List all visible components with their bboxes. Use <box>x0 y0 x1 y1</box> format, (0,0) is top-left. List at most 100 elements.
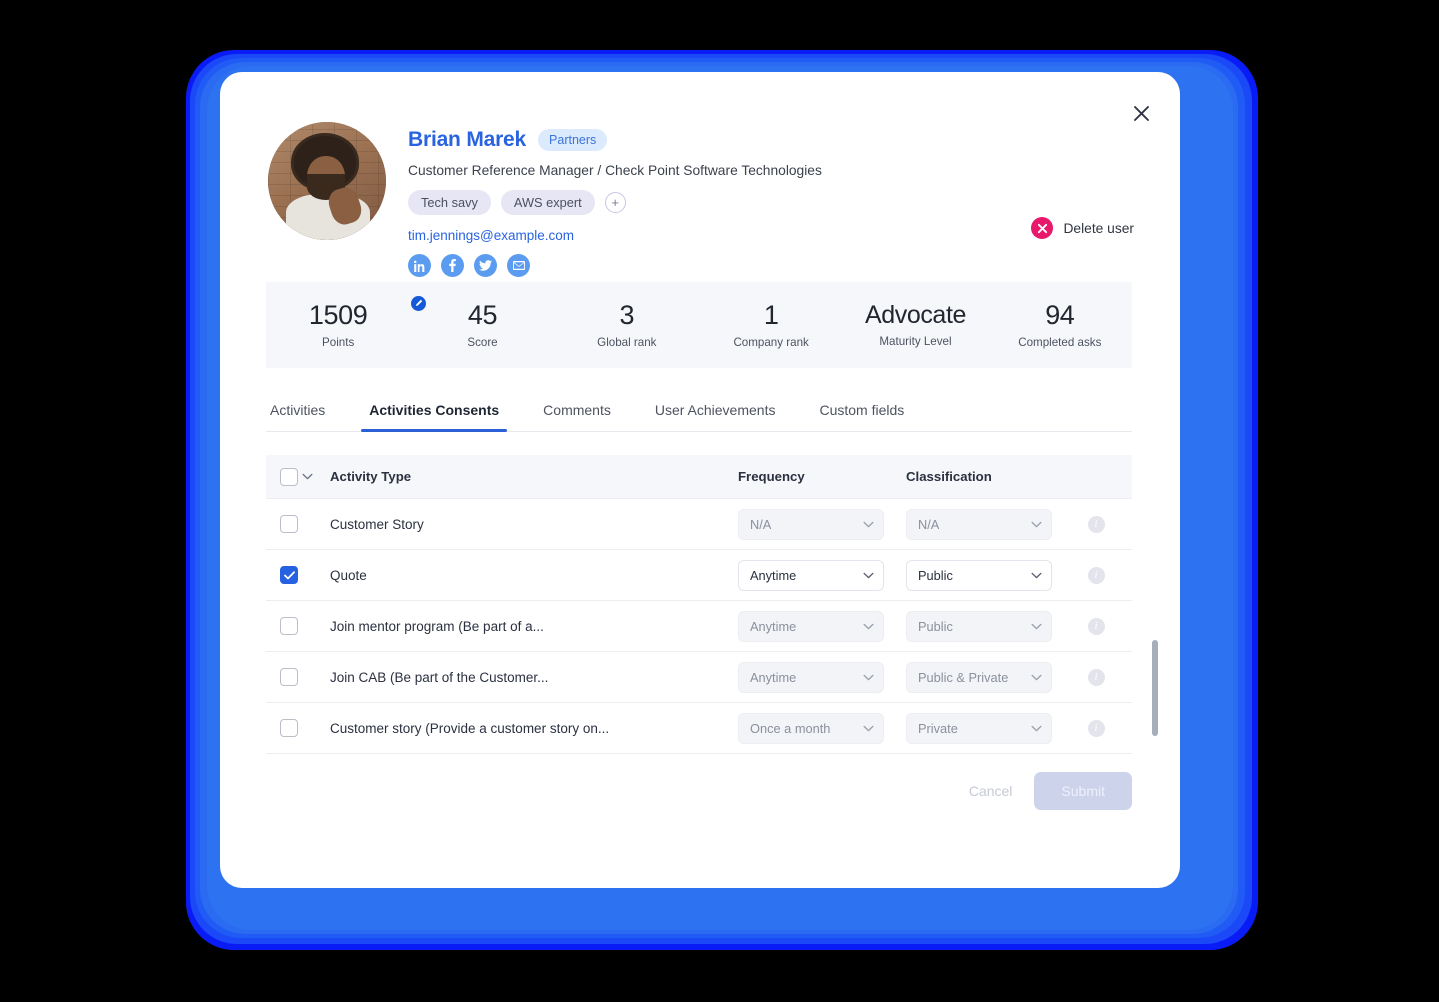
table-row: Join mentor program (Be part of a... Any… <box>266 601 1132 652</box>
twitter-icon[interactable] <box>474 254 497 277</box>
chevron-down-icon <box>1031 623 1042 630</box>
stat-value: Advocate <box>864 300 966 329</box>
row-checkbox[interactable] <box>280 719 298 737</box>
stat-points: 1509 Points <box>266 295 427 349</box>
info-icon[interactable]: i <box>1087 515 1105 533</box>
classification-value: Private <box>918 720 958 736</box>
stat-value: 45 <box>467 299 498 330</box>
frequency-select[interactable]: Anytime <box>738 661 884 693</box>
chevron-down-icon <box>1031 521 1042 528</box>
cell-frequency: Anytime <box>738 610 906 642</box>
table-scrollbar-thumb[interactable] <box>1152 640 1158 736</box>
cell-classification: Public <box>906 559 1074 591</box>
close-icon[interactable] <box>1128 100 1154 126</box>
classification-select[interactable]: Public & Private <box>906 661 1052 693</box>
submit-button[interactable]: Submit <box>1034 772 1132 810</box>
cell-classification: Private <box>906 712 1074 744</box>
facebook-icon[interactable] <box>441 254 464 277</box>
info-icon[interactable]: i <box>1087 719 1105 737</box>
chevron-down-icon <box>863 674 874 681</box>
tab-custom-fields[interactable]: Custom fields <box>797 392 926 431</box>
tab-comments[interactable]: Comments <box>521 392 633 431</box>
delete-user-button[interactable]: Delete user <box>1031 217 1134 239</box>
cell-frequency: Once a month <box>738 712 906 744</box>
frequency-value: Anytime <box>750 618 797 634</box>
table-header-row: Activity Type Frequency Classification <box>266 455 1132 499</box>
stat-label: Completed asks <box>1018 336 1102 350</box>
row-checkbox[interactable] <box>280 668 298 686</box>
cell-info: i <box>1074 668 1118 686</box>
classification-select[interactable]: Public <box>906 559 1052 591</box>
classification-select[interactable]: Private <box>906 712 1052 744</box>
frequency-select[interactable]: Anytime <box>738 559 884 591</box>
cancel-button[interactable]: Cancel <box>969 783 1013 799</box>
cell-frequency: N/A <box>738 508 906 540</box>
info-icon[interactable]: i <box>1087 668 1105 686</box>
chevron-down-icon <box>1031 725 1042 732</box>
stat-value: 3 <box>619 299 635 330</box>
page-title: Brian Marek <box>408 128 527 151</box>
cell-classification: Public & Private <box>906 661 1074 693</box>
chevron-down-icon[interactable] <box>302 473 313 480</box>
frequency-select[interactable]: Once a month <box>738 712 884 744</box>
user-profile-modal: Brian Marek Partners Customer Reference … <box>220 72 1180 888</box>
table-row: Customer Story N/A N/A i <box>266 499 1132 550</box>
activities-consents-table: Activity Type Frequency Classification C… <box>266 455 1132 754</box>
linkedin-icon[interactable] <box>408 254 431 277</box>
cell-info: i <box>1074 719 1118 737</box>
classification-select[interactable]: N/A <box>906 508 1052 540</box>
tab-activities[interactable]: Activities <box>266 392 347 431</box>
table-row: Join CAB (Be part of the Customer... Any… <box>266 652 1132 703</box>
tag-item[interactable]: Tech savy <box>408 190 491 215</box>
tab-bar: Activities Activities Consents Comments … <box>266 392 1132 432</box>
row-checkbox[interactable] <box>280 566 298 584</box>
row-select-cell <box>280 515 330 533</box>
row-checkbox[interactable] <box>280 617 298 635</box>
row-checkbox[interactable] <box>280 515 298 533</box>
profile-email-link[interactable]: tim.jennings@example.com <box>408 228 822 243</box>
row-select-cell <box>280 668 330 686</box>
cell-frequency: Anytime <box>738 661 906 693</box>
classification-select[interactable]: Public <box>906 610 1052 642</box>
delete-user-icon <box>1031 217 1054 239</box>
frequency-value: Anytime <box>750 669 797 685</box>
cell-classification: Public <box>906 610 1074 642</box>
tag-item[interactable]: AWS expert <box>500 190 595 215</box>
stat-global-rank: 3 Global rank <box>555 299 699 349</box>
select-all-checkbox[interactable] <box>280 467 298 486</box>
stat-label: Score <box>467 336 498 350</box>
cell-activity-type: Quote <box>330 567 367 583</box>
stat-company-rank: 1 Company rank <box>699 300 843 350</box>
chevron-down-icon <box>863 725 874 732</box>
stat-label: Maturity Level <box>879 335 952 349</box>
profile-tags: Tech savy AWS expert + <box>408 190 822 215</box>
add-tag-button[interactable]: + <box>604 192 626 213</box>
classification-value: Public <box>918 567 953 583</box>
cell-classification: N/A <box>906 508 1074 540</box>
info-icon[interactable]: i <box>1087 617 1105 635</box>
email-icon[interactable] <box>507 254 530 277</box>
chevron-down-icon <box>1031 572 1042 579</box>
profile-header: Brian Marek Partners Customer Reference … <box>268 122 822 277</box>
social-links <box>408 254 822 277</box>
frequency-select[interactable]: N/A <box>738 508 884 540</box>
avatar <box>268 122 386 240</box>
info-icon[interactable]: i <box>1087 566 1105 584</box>
cell-info: i <box>1074 617 1118 635</box>
tab-user-achievements[interactable]: User Achievements <box>633 392 798 431</box>
delete-user-label: Delete user <box>1063 220 1134 236</box>
frequency-value: Once a month <box>750 720 831 736</box>
table-row: Customer story (Provide a customer story… <box>266 703 1132 754</box>
frequency-select[interactable]: Anytime <box>738 610 884 642</box>
chevron-down-icon <box>863 623 874 630</box>
table-scrollbar-track[interactable] <box>1152 558 1158 804</box>
profile-job-title: Customer Reference Manager / Check Point… <box>408 163 822 178</box>
column-header-classification: Classification <box>906 469 992 484</box>
stat-score: 45 Score <box>410 299 554 350</box>
column-header-frequency: Frequency <box>738 469 805 484</box>
stat-label: Company rank <box>733 336 809 350</box>
cell-info: i <box>1074 515 1118 533</box>
frequency-value: Anytime <box>750 567 797 583</box>
tab-activities-consents[interactable]: Activities Consents <box>347 392 521 432</box>
cell-info: i <box>1074 566 1118 584</box>
